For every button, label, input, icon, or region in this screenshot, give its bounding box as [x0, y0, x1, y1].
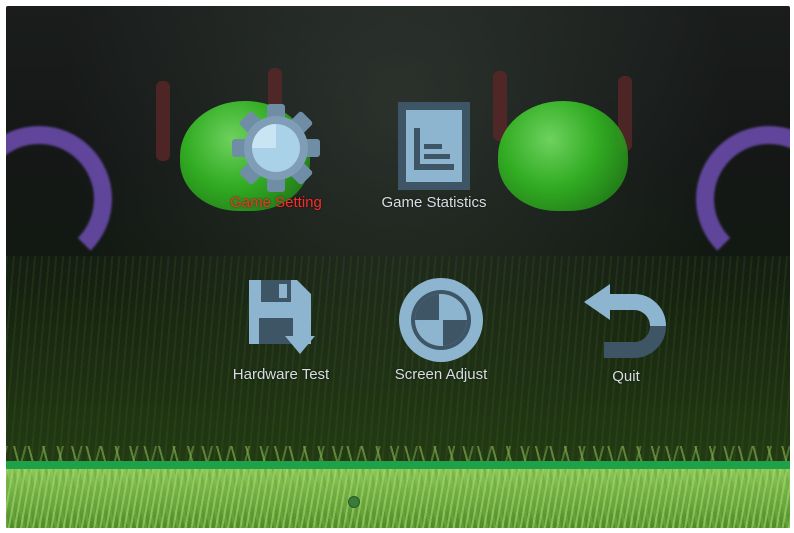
- save-download-icon: [249, 280, 315, 354]
- menu-item-screen-adjust[interactable]: Screen Adjust: [371, 274, 511, 383]
- undo-arrow-icon: [584, 284, 666, 358]
- menu-item-label: Game Statistics: [381, 194, 487, 211]
- screen-frame: Game Setting Game Statistics Hardware Te…: [6, 6, 790, 528]
- menu-item-quit[interactable]: Quit: [566, 284, 686, 385]
- menu-item-hardware-test[interactable]: Hardware Test: [211, 274, 351, 383]
- menu-item-label: Quit: [612, 368, 640, 385]
- statistics-icon: [398, 102, 470, 190]
- menu-item-game-setting[interactable]: Game Setting: [211, 102, 341, 211]
- green-bezel: [6, 461, 790, 469]
- menu-item-label: Screen Adjust: [394, 366, 488, 383]
- green-bumper-decoration: [498, 101, 628, 211]
- purple-ramp-decoration: [6, 126, 112, 272]
- menu-item-label: Game Setting: [230, 194, 322, 211]
- purple-ramp-decoration: [696, 126, 790, 272]
- screw-decoration: [348, 496, 360, 508]
- gear-icon: [232, 104, 320, 192]
- foreground-grass: [6, 469, 790, 528]
- red-post-decoration: [156, 81, 170, 161]
- screen-adjust-icon: [399, 278, 483, 362]
- menu-item-label: Hardware Test: [232, 366, 330, 383]
- menu-item-game-statistics[interactable]: Game Statistics: [364, 98, 504, 211]
